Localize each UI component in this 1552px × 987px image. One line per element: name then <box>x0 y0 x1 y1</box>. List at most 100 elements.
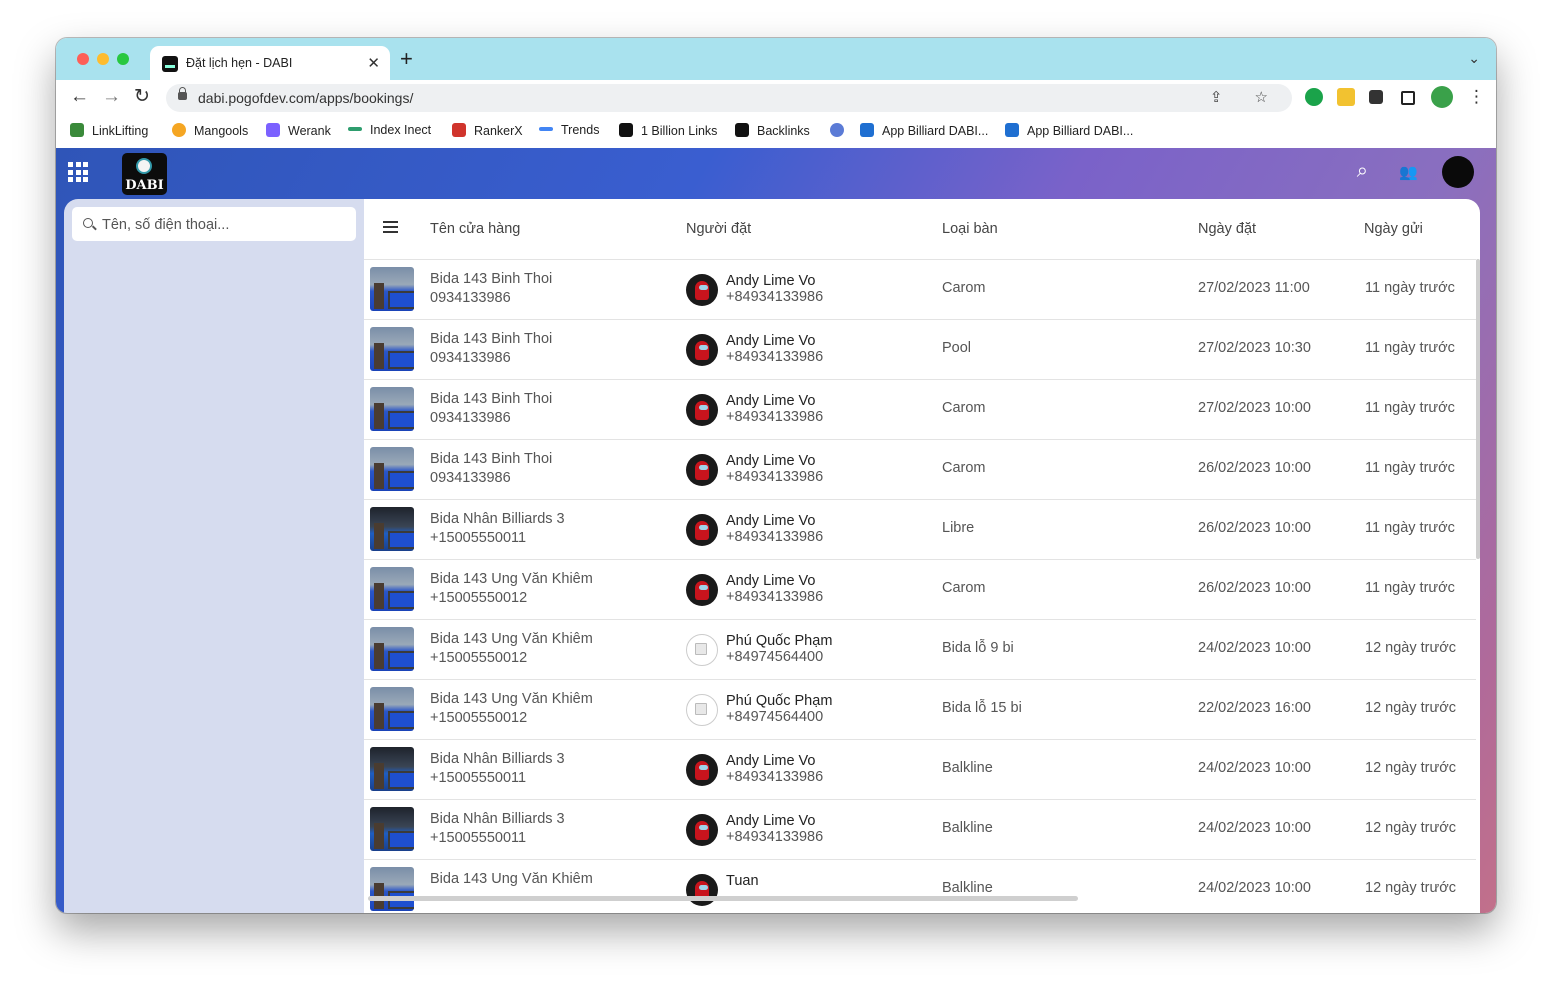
werank-icon <box>266 123 280 137</box>
person-name: Tuan <box>726 873 759 889</box>
bookmark-item[interactable]: LinkLifting <box>70 123 148 138</box>
side-panel-icon[interactable] <box>1401 91 1415 105</box>
browser-tab-active[interactable]: Đặt lịch hẹn - DABI ✕ <box>150 46 390 80</box>
tab-search-chevron-icon[interactable]: ⌄ <box>1468 50 1480 67</box>
store-name: Bida 143 Binh Thoi <box>430 391 553 407</box>
sent-ago: 11 ngày trước <box>1365 520 1455 536</box>
app-billiard-icon <box>860 123 874 137</box>
new-tab-button[interactable]: + <box>400 48 413 70</box>
table-type: Carom <box>942 580 986 596</box>
vertical-scrollbar[interactable] <box>1476 259 1480 559</box>
booked-at: 24/02/2023 10:00 <box>1198 820 1311 836</box>
bookmark-item[interactable]: 1 Billion Links <box>619 123 717 138</box>
sent-ago: 11 ngày trước <box>1365 400 1455 416</box>
column-header-person[interactable]: Người đặt <box>686 221 751 237</box>
tab-close-icon[interactable]: ✕ <box>367 54 380 72</box>
dabi-logo[interactable]: DABI <box>122 153 167 195</box>
booked-at: 26/02/2023 10:00 <box>1198 520 1311 536</box>
person-name: Andy Lime Vo <box>726 453 816 469</box>
extensions-puzzle-icon[interactable] <box>1369 90 1383 104</box>
close-window-button[interactable] <box>77 53 89 65</box>
store-thumbnail <box>370 327 414 371</box>
extension-broom-icon[interactable] <box>1337 88 1355 106</box>
table-row[interactable]: Bida Nhân Billiards 3 +15005550011 Andy … <box>364 739 1476 800</box>
table-row[interactable]: Bida 143 Binh Thoi 0934133986 Andy Lime … <box>364 439 1476 500</box>
table-row[interactable]: Bida 143 Ung Văn Khiêm Tuan Balkline 24/… <box>364 859 1476 913</box>
table-type: Balkline <box>942 760 993 776</box>
address-bar[interactable]: dabi.pogofdev.com/apps/bookings/ ⇪ ☆ <box>166 84 1292 112</box>
store-thumbnail <box>370 567 414 611</box>
horizontal-scrollbar[interactable] <box>368 896 1078 901</box>
user-avatar[interactable] <box>1442 156 1474 188</box>
minimize-window-button[interactable] <box>97 53 109 65</box>
booked-at: 27/02/2023 10:30 <box>1198 340 1311 356</box>
sent-ago: 12 ngày trước <box>1365 640 1456 656</box>
booked-at: 24/02/2023 10:00 <box>1198 760 1311 776</box>
url-text[interactable]: dabi.pogofdev.com/apps/bookings/ <box>198 90 413 106</box>
person-avatar <box>686 754 718 786</box>
store-phone: +15005550012 <box>430 710 528 726</box>
profile-avatar[interactable] <box>1431 86 1453 108</box>
bookmark-item[interactable]: RankerX <box>452 123 523 138</box>
zoom-window-button[interactable] <box>117 53 129 65</box>
trends-icon <box>539 127 553 131</box>
bookmark-item[interactable]: Backlinks <box>735 123 810 138</box>
table-row[interactable]: Bida 143 Ung Văn Khiêm +15005550012 Phú … <box>364 679 1476 740</box>
column-header-booked-at[interactable]: Ngày đặt <box>1198 221 1256 237</box>
extension-k-icon[interactable] <box>1305 88 1323 106</box>
search-icon[interactable]: ⌕ <box>1357 160 1368 183</box>
column-header-table-type[interactable]: Loại bàn <box>942 221 998 237</box>
store-thumbnail <box>370 747 414 791</box>
search-input[interactable] <box>100 214 354 236</box>
contacts-icon[interactable]: 👥 <box>1399 163 1418 181</box>
search-field[interactable] <box>72 207 356 241</box>
sent-ago: 11 ngày trước <box>1365 340 1455 356</box>
table-row[interactable]: Bida 143 Binh Thoi 0934133986 Andy Lime … <box>364 379 1476 440</box>
rankerx-icon <box>452 123 466 137</box>
table-row[interactable]: Bida 143 Binh Thoi 0934133986 Andy Lime … <box>364 259 1476 320</box>
booked-at: 27/02/2023 11:00 <box>1198 280 1310 296</box>
person-name: Andy Lime Vo <box>726 813 816 829</box>
bookmark-item[interactable]: Werank <box>266 123 331 138</box>
bookmark-item[interactable]: Index Inect <box>348 123 431 137</box>
table-row[interactable]: Bida 143 Ung Văn Khiêm +15005550012 Andy… <box>364 559 1476 620</box>
bookmark-item[interactable]: Trends <box>539 123 599 137</box>
forward-arrow-icon[interactable]: → <box>102 86 121 108</box>
table-row[interactable]: Bida 143 Ung Văn Khiêm +15005550012 Phú … <box>364 619 1476 680</box>
table-type: Balkline <box>942 820 993 836</box>
reload-icon[interactable]: ↻ <box>134 86 150 108</box>
store-name: Bida Nhân Billiards 3 <box>430 811 565 827</box>
hamburger-menu-icon[interactable] <box>383 221 398 233</box>
store-thumbnail <box>370 627 414 671</box>
apps-grid-icon[interactable] <box>68 162 88 182</box>
person-phone: +84974564400 <box>726 709 824 725</box>
linklifting-icon <box>70 123 84 137</box>
share-and-bookmark-star-icon[interactable]: ⇪ ☆ <box>1210 88 1282 106</box>
back-arrow-icon[interactable]: ← <box>70 86 89 108</box>
person-name: Andy Lime Vo <box>726 393 816 409</box>
booked-at: 26/02/2023 10:00 <box>1198 460 1311 476</box>
bookmark-item[interactable]: Mangools <box>172 123 248 138</box>
person-avatar <box>686 814 718 846</box>
dabi-favicon-icon <box>162 56 178 72</box>
more-menu-icon[interactable]: ⋮ <box>1468 86 1485 108</box>
bookings-table: Tên cửa hàng Người đặt Loại bàn Ngày đặt… <box>364 199 1480 913</box>
bookmark-item[interactable]: App Billiard DABI... <box>860 123 988 138</box>
store-phone: +15005550011 <box>430 530 527 546</box>
sent-ago: 12 ngày trước <box>1365 760 1456 776</box>
bookmark-item[interactable] <box>830 123 852 138</box>
search-icon <box>83 218 93 228</box>
column-header-store[interactable]: Tên cửa hàng <box>430 221 520 237</box>
lock-icon[interactable] <box>178 87 187 100</box>
store-thumbnail <box>370 507 414 551</box>
bookmark-item[interactable]: App Billiard DABI... <box>1005 123 1133 138</box>
store-name: Bida 143 Ung Văn Khiêm <box>430 871 593 887</box>
column-header-sent[interactable]: Ngày gửi <box>1364 221 1423 237</box>
person-phone: +84934133986 <box>726 589 824 605</box>
table-row[interactable]: Bida 143 Binh Thoi 0934133986 Andy Lime … <box>364 319 1476 380</box>
person-avatar <box>686 394 718 426</box>
bookmark-label: LinkLifting <box>92 124 149 138</box>
table-row[interactable]: Bida Nhân Billiards 3 +15005550011 Andy … <box>364 499 1476 560</box>
table-row[interactable]: Bida Nhân Billiards 3 +15005550011 Andy … <box>364 799 1476 860</box>
table-type: Pool <box>942 340 972 356</box>
